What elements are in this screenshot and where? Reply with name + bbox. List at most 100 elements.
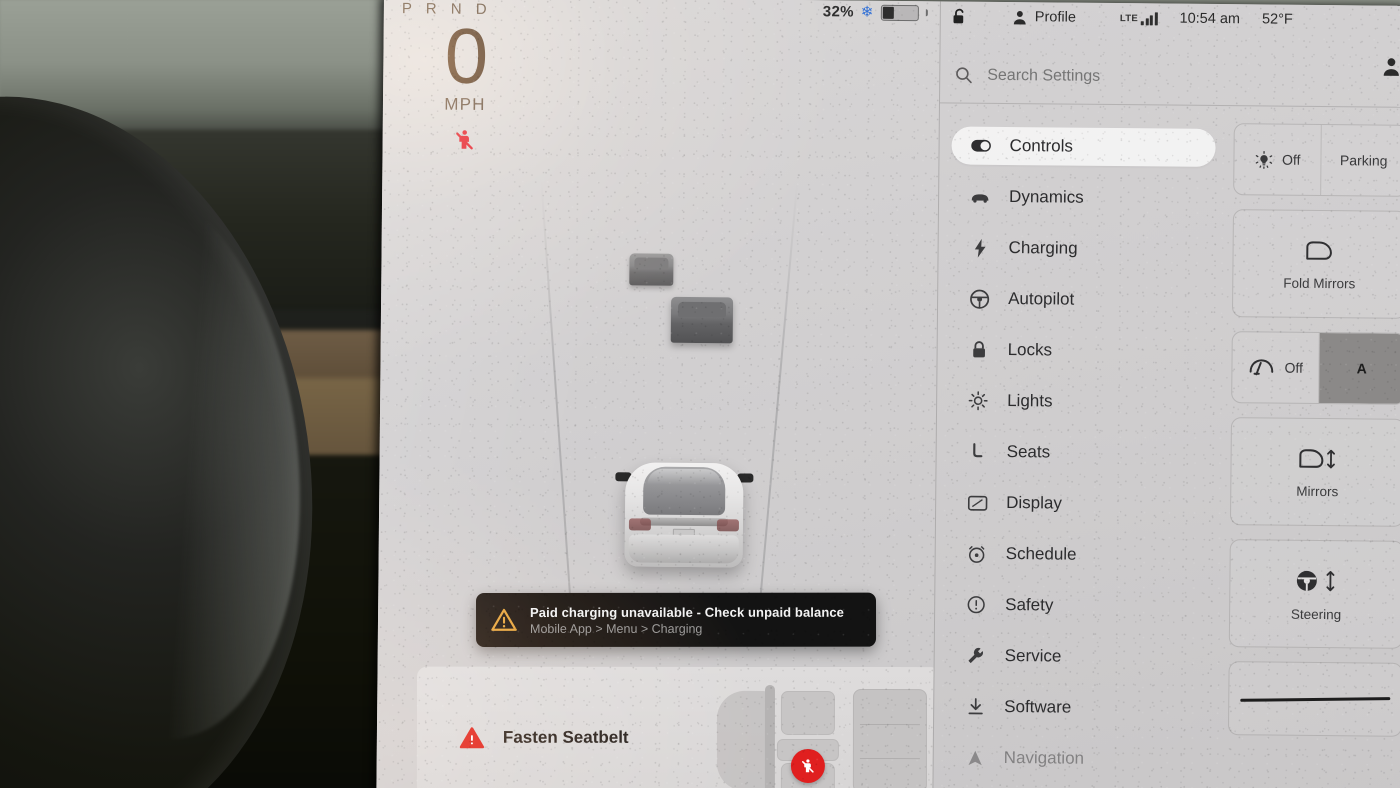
warning-triangle-icon <box>459 725 485 751</box>
sidebar-item-label: Service <box>1004 645 1062 666</box>
fold-mirrors-card[interactable]: Fold Mirrors <box>1231 209 1400 319</box>
settings-pane: Profile LTE 10:54 am 52°F Search Setting… <box>932 1 1400 788</box>
network-label: LTE <box>1119 12 1139 24</box>
wipers-state-label: Off <box>1284 359 1304 376</box>
ego-taillight-right <box>716 519 739 532</box>
search-input[interactable] <box>987 66 1318 88</box>
slider-control-card[interactable] <box>1227 661 1400 737</box>
sidebar-item-label: Autopilot <box>1008 289 1075 309</box>
sidebar-item-seats[interactable]: Seats <box>948 432 1212 473</box>
lights-parking-segment[interactable]: Parking <box>1321 125 1400 196</box>
sidebar-item-label: Seats <box>1006 441 1051 462</box>
battery-percent-label: 32% <box>822 3 854 21</box>
battery-indicator-group[interactable]: 32% ❄ <box>823 3 928 21</box>
battery-cap <box>925 9 928 17</box>
network-indicator: LTE <box>1119 11 1158 25</box>
display-icon <box>966 494 988 511</box>
steering-adjust-icon <box>1293 566 1339 594</box>
seat-diagram-rear-bench <box>852 689 927 788</box>
sidebar-item-software[interactable]: Software <box>946 687 1210 728</box>
brightness-icon <box>967 391 989 411</box>
download-icon <box>964 697 986 717</box>
wrench-icon <box>965 646 987 666</box>
sidebar-item-label: Controls <box>1009 136 1073 156</box>
navigation-arrow-icon <box>964 748 986 767</box>
battery-fill <box>882 6 894 19</box>
detected-vehicle-near <box>670 296 734 344</box>
seat-icon <box>967 442 989 462</box>
seat-diagram <box>707 675 937 788</box>
screenshot-root: P R N D 32% ❄ 0 MPH Paid charging unavai… <box>0 0 1400 788</box>
wipers-control-card[interactable]: Off A <box>1231 331 1400 405</box>
sidebar-item-service[interactable]: Service <box>947 636 1211 677</box>
sidebar-item-schedule[interactable]: Schedule <box>947 534 1211 575</box>
sidebar-item-locks[interactable]: Locks <box>949 330 1213 371</box>
sidebar-item-label: Safety <box>1005 594 1054 615</box>
steering-adjust-label: Steering <box>1290 606 1342 622</box>
exclamation-circle-icon <box>965 595 987 615</box>
lights-off-segment[interactable]: Off <box>1234 124 1322 196</box>
tesla-touchscreen[interactable]: P R N D 32% ❄ 0 MPH Paid charging unavai… <box>376 0 1400 788</box>
sidebar-item-label: Dynamics <box>1009 187 1084 207</box>
profile-button[interactable]: Profile <box>1012 9 1076 27</box>
lock-icon <box>968 340 990 360</box>
clock-icon <box>966 543 988 564</box>
search-icon <box>954 65 973 84</box>
sidebar-item-label: Locks <box>1007 340 1053 360</box>
profile-avatar-icon[interactable] <box>1381 56 1400 78</box>
toggle-icon <box>970 139 992 153</box>
ego-trunk-lid <box>639 517 729 527</box>
battery-icon <box>880 4 919 21</box>
wipers-auto-label: A <box>1356 360 1367 377</box>
wipers-auto-segment[interactable]: A <box>1318 332 1400 404</box>
toast-title: Paid charging unavailable - Check unpaid… <box>530 604 845 620</box>
wipers-off-segment[interactable]: Off <box>1232 332 1320 403</box>
slider-handle-icon[interactable] <box>1240 696 1391 702</box>
seatbelt-status-card[interactable]: Fasten Seatbelt <box>416 666 941 788</box>
speed-unit-label: MPH <box>444 94 486 115</box>
sidebar-item-navigation[interactable]: Navigation <box>946 738 1210 779</box>
sidebar-item-label: Display <box>1006 492 1063 513</box>
sidebar-item-label: Lights <box>1007 391 1053 411</box>
snowflake-icon: ❄ <box>860 3 874 21</box>
ego-rear-bumper <box>628 534 739 564</box>
mirror-icon <box>1302 237 1336 263</box>
sidebar-item-safety[interactable]: Safety <box>947 585 1211 626</box>
wiper-icon <box>1247 356 1275 378</box>
seat-diagram-pillar <box>764 684 775 788</box>
lights-parking-label: Parking <box>1339 152 1388 169</box>
search-bar[interactable] <box>939 47 1400 108</box>
sidebar-item-controls[interactable]: Controls <box>951 126 1216 167</box>
steering-adjust-card[interactable]: Steering <box>1228 539 1400 649</box>
lane-line-right <box>755 180 799 639</box>
charging-alert-toast[interactable]: Paid charging unavailable - Check unpaid… <box>476 592 877 648</box>
lane-line-left <box>540 178 574 638</box>
sidebar-item-dynamics[interactable]: Dynamics <box>951 177 1215 218</box>
unlock-icon[interactable] <box>951 7 968 26</box>
steering-wheel-icon <box>968 288 990 309</box>
ego-taillight-left <box>628 518 651 531</box>
mirrors-adjust-label: Mirrors <box>1296 483 1339 499</box>
seat-diagram-passenger-seat <box>780 690 835 736</box>
controls-cards-column: Off Parking Fold Mirrors Off A Mirrors S… <box>1221 107 1400 788</box>
lights-state-label: Off <box>1281 151 1301 168</box>
lightning-bolt-icon <box>969 237 991 258</box>
sidebar-item-display[interactable]: Display <box>948 483 1212 524</box>
fold-mirrors-label: Fold Mirrors <box>1283 275 1356 291</box>
mirror-adjust-icon <box>1295 445 1339 471</box>
signal-bars-icon <box>1141 11 1158 25</box>
sidebar-item-label: Navigation <box>1003 747 1085 768</box>
person-icon <box>1012 9 1028 26</box>
lights-control-card[interactable]: Off Parking <box>1233 123 1400 197</box>
sidebar-item-charging[interactable]: Charging <box>950 228 1214 269</box>
mirrors-adjust-card[interactable]: Mirrors <box>1229 417 1400 527</box>
temperature-label: 52°F <box>1261 11 1293 28</box>
ego-rear-window-highlight <box>647 468 722 486</box>
toast-subtitle: Mobile App > Menu > Charging <box>530 621 703 636</box>
speed-value: 0 <box>444 11 487 100</box>
settings-body: Controls Dynamics Charging Autopilot Loc… <box>933 104 1400 788</box>
drive-visualization-pane: P R N D 32% ❄ 0 MPH Paid charging unavai… <box>376 0 941 788</box>
sidebar-item-lights[interactable]: Lights <box>949 381 1213 422</box>
settings-menu: Controls Dynamics Charging Autopilot Loc… <box>933 104 1228 788</box>
sidebar-item-autopilot[interactable]: Autopilot <box>950 279 1214 320</box>
